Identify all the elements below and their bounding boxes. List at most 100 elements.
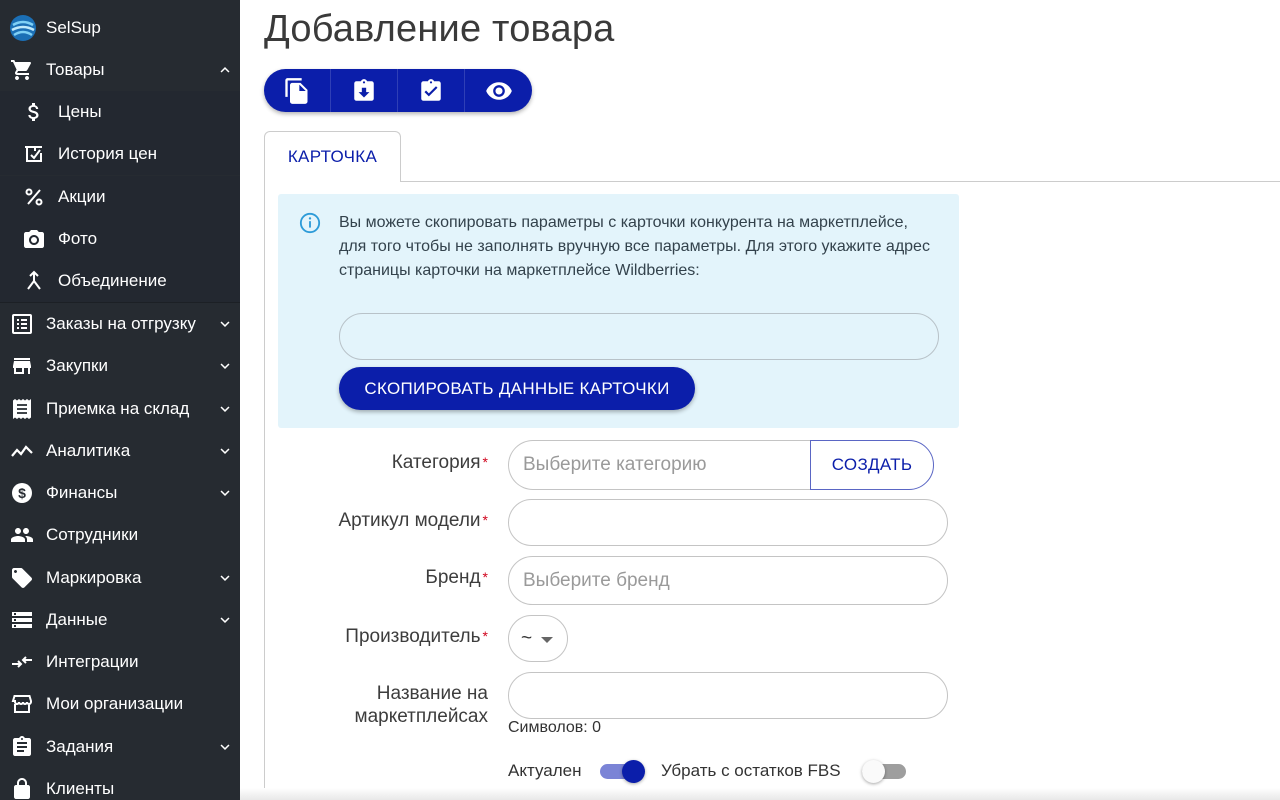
sidebar-item-label: Закупки — [46, 356, 108, 375]
manufacturer-select[interactable]: ~ — [508, 615, 568, 662]
integration-icon — [10, 650, 34, 674]
validate-button[interactable] — [398, 69, 465, 112]
marketplace-name-label: Название на маркетплейсах — [354, 683, 488, 727]
category-label: Категория * — [391, 452, 488, 473]
page-title: Добавление товара — [264, 8, 615, 50]
sidebar-item-tasks[interactable]: Задания — [0, 726, 240, 768]
caret-down-icon — [541, 637, 553, 643]
chevron-down-icon — [220, 448, 230, 454]
download-icon — [354, 78, 374, 101]
sidebar-item-analytics[interactable]: Аналитика — [0, 430, 240, 472]
sidebar-item-label: История цен — [58, 144, 158, 163]
chevron-down-icon — [220, 406, 230, 412]
copy-card-data-button[interactable]: СКОПИРОВАТЬ ДАННЫЕ КАРТОЧКИ — [339, 367, 695, 410]
sidebar-item-data[interactable]: Данные — [0, 599, 240, 641]
svg-text:$: $ — [18, 485, 26, 501]
save-download-button[interactable] — [331, 69, 398, 112]
bottom-edge — [240, 788, 1280, 800]
sidebar-item-warehouse-receiving[interactable]: Приемка на склад — [0, 388, 240, 430]
chevron-down-icon — [220, 617, 230, 623]
merge-icon — [22, 269, 46, 293]
store-icon — [10, 354, 34, 378]
article-input[interactable] — [508, 499, 948, 546]
camera-icon — [22, 227, 46, 251]
receipt-icon — [10, 397, 34, 421]
create-category-button[interactable]: СОЗДАТЬ — [810, 440, 934, 490]
brand-label: Бренд * — [425, 567, 488, 588]
sidebar-item-label: Приемка на склад — [46, 399, 190, 418]
chevron-down-icon — [220, 321, 230, 327]
sidebar-item-purchases[interactable]: Закупки — [0, 345, 240, 387]
sidebar-item-finance[interactable]: $ Финансы — [0, 472, 240, 514]
manufacturer-label: Производитель * — [345, 626, 488, 647]
sidebar-item-label: Объединение — [58, 271, 167, 290]
action-toolbar — [264, 69, 532, 112]
sidebar-item-photo[interactable]: Фото — [0, 218, 240, 260]
remove-fbs-toggle[interactable] — [862, 760, 908, 783]
lock-icon — [10, 777, 34, 800]
list-icon — [10, 312, 34, 336]
sidebar-item-label: Аналитика — [46, 441, 131, 460]
copy-card-info-box: Вы можете скопировать параметры с карточ… — [278, 194, 959, 428]
actual-toggle[interactable] — [600, 760, 646, 783]
tab-card[interactable]: КАРТОЧКА — [264, 131, 401, 182]
checklist-icon — [421, 78, 441, 101]
char-counter: Символов: 0 — [508, 719, 602, 736]
sidebar-item-merge[interactable]: Объединение — [0, 260, 240, 302]
sidebar-item-label: Заказы на отгрузку — [46, 314, 196, 333]
sidebar-item-integrations[interactable]: Интеграции — [0, 641, 240, 683]
manufacturer-value: ~ — [521, 627, 533, 649]
organization-icon — [10, 692, 34, 716]
clipboard-icon — [10, 735, 34, 759]
sidebar-item-label: Интеграции — [46, 652, 139, 671]
competitor-url-input[interactable] — [339, 313, 939, 360]
cart-icon — [10, 58, 34, 82]
preview-button[interactable] — [465, 69, 532, 112]
sidebar-item-products[interactable]: Товары — [0, 49, 240, 91]
info-text: Вы можете скопировать параметры с карточ… — [339, 214, 930, 279]
eye-icon — [485, 81, 512, 100]
remove-fbs-toggle-label: Убрать с остатков FBS — [661, 761, 841, 780]
sidebar-item-employees[interactable]: Сотрудники — [0, 514, 240, 556]
chevron-down-icon — [220, 363, 230, 369]
sidebar-item-label: Финансы — [46, 483, 118, 502]
sidebar-item-labeling[interactable]: Маркировка — [0, 557, 240, 599]
panel-border — [264, 181, 265, 800]
sidebar-item-organizations[interactable]: Мои организации — [0, 683, 240, 725]
dollar-icon — [22, 100, 46, 124]
required-mark: * — [482, 454, 488, 470]
article-label: Артикул модели * — [338, 510, 489, 531]
copy-button[interactable] — [264, 69, 331, 112]
sidebar-item-label: Мои организации — [46, 694, 184, 713]
tab-divider — [400, 181, 1280, 182]
storage-icon — [10, 608, 34, 632]
analytics-icon — [10, 439, 34, 463]
chevron-down-icon — [220, 744, 230, 750]
money-icon: $ — [10, 481, 34, 505]
copy-icon — [285, 77, 308, 104]
sidebar-item-label: Товары — [46, 60, 105, 79]
category-select[interactable]: Выберите категорию — [508, 440, 811, 490]
sidebar-item-label: Акции — [58, 187, 106, 206]
price-history-icon — [22, 142, 46, 166]
app-name: SelSup — [46, 18, 101, 37]
sidebar-item-shipping-orders[interactable]: Заказы на отгрузку — [0, 303, 240, 345]
sidebar-logo[interactable]: SelSup — [0, 6, 240, 50]
required-mark: * — [482, 569, 488, 585]
chevron-down-icon — [220, 490, 230, 496]
app-root: SelSup Товары Цены История цен Акции Фот… — [0, 0, 1280, 800]
sidebar-item-label: Фото — [58, 229, 98, 248]
sidebar-item-label: Маркировка — [46, 568, 142, 587]
sidebar-item-prices[interactable]: Цены — [0, 91, 240, 133]
sidebar-item-label: Сотрудники — [46, 525, 139, 544]
sidebar-item-label: Данные — [46, 610, 108, 629]
marketplace-name-input[interactable] — [508, 672, 948, 719]
brand-select[interactable]: Выберите бренд — [508, 556, 948, 605]
sidebar-item-price-history[interactable]: История цен — [0, 133, 240, 175]
sidebar-item-label: Задания — [46, 737, 114, 756]
chevron-down-icon — [220, 575, 230, 581]
sidebar-item-clients[interactable]: Клиенты — [0, 768, 240, 800]
sidebar: SelSup Товары Цены История цен Акции Фот… — [0, 0, 240, 800]
sidebar-item-promotions[interactable]: Акции — [0, 176, 240, 218]
sidebar-item-label: Цены — [58, 102, 102, 121]
